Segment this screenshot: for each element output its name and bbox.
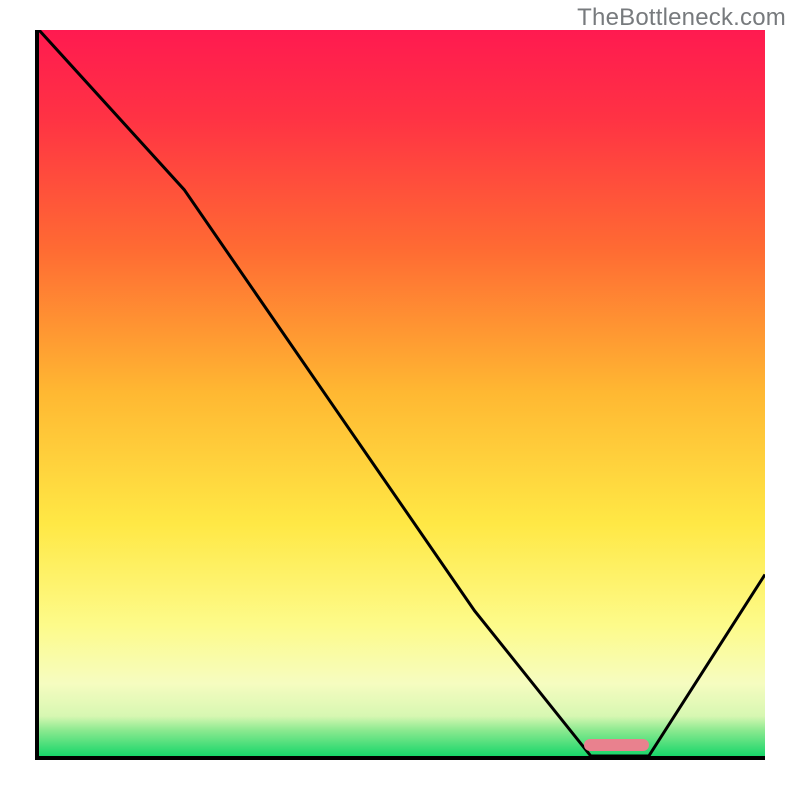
optimal-range-marker: [584, 739, 649, 751]
axes-border: [35, 30, 765, 760]
watermark-text: TheBottleneck.com: [577, 4, 786, 32]
chart-frame: TheBottleneck.com: [0, 0, 800, 800]
